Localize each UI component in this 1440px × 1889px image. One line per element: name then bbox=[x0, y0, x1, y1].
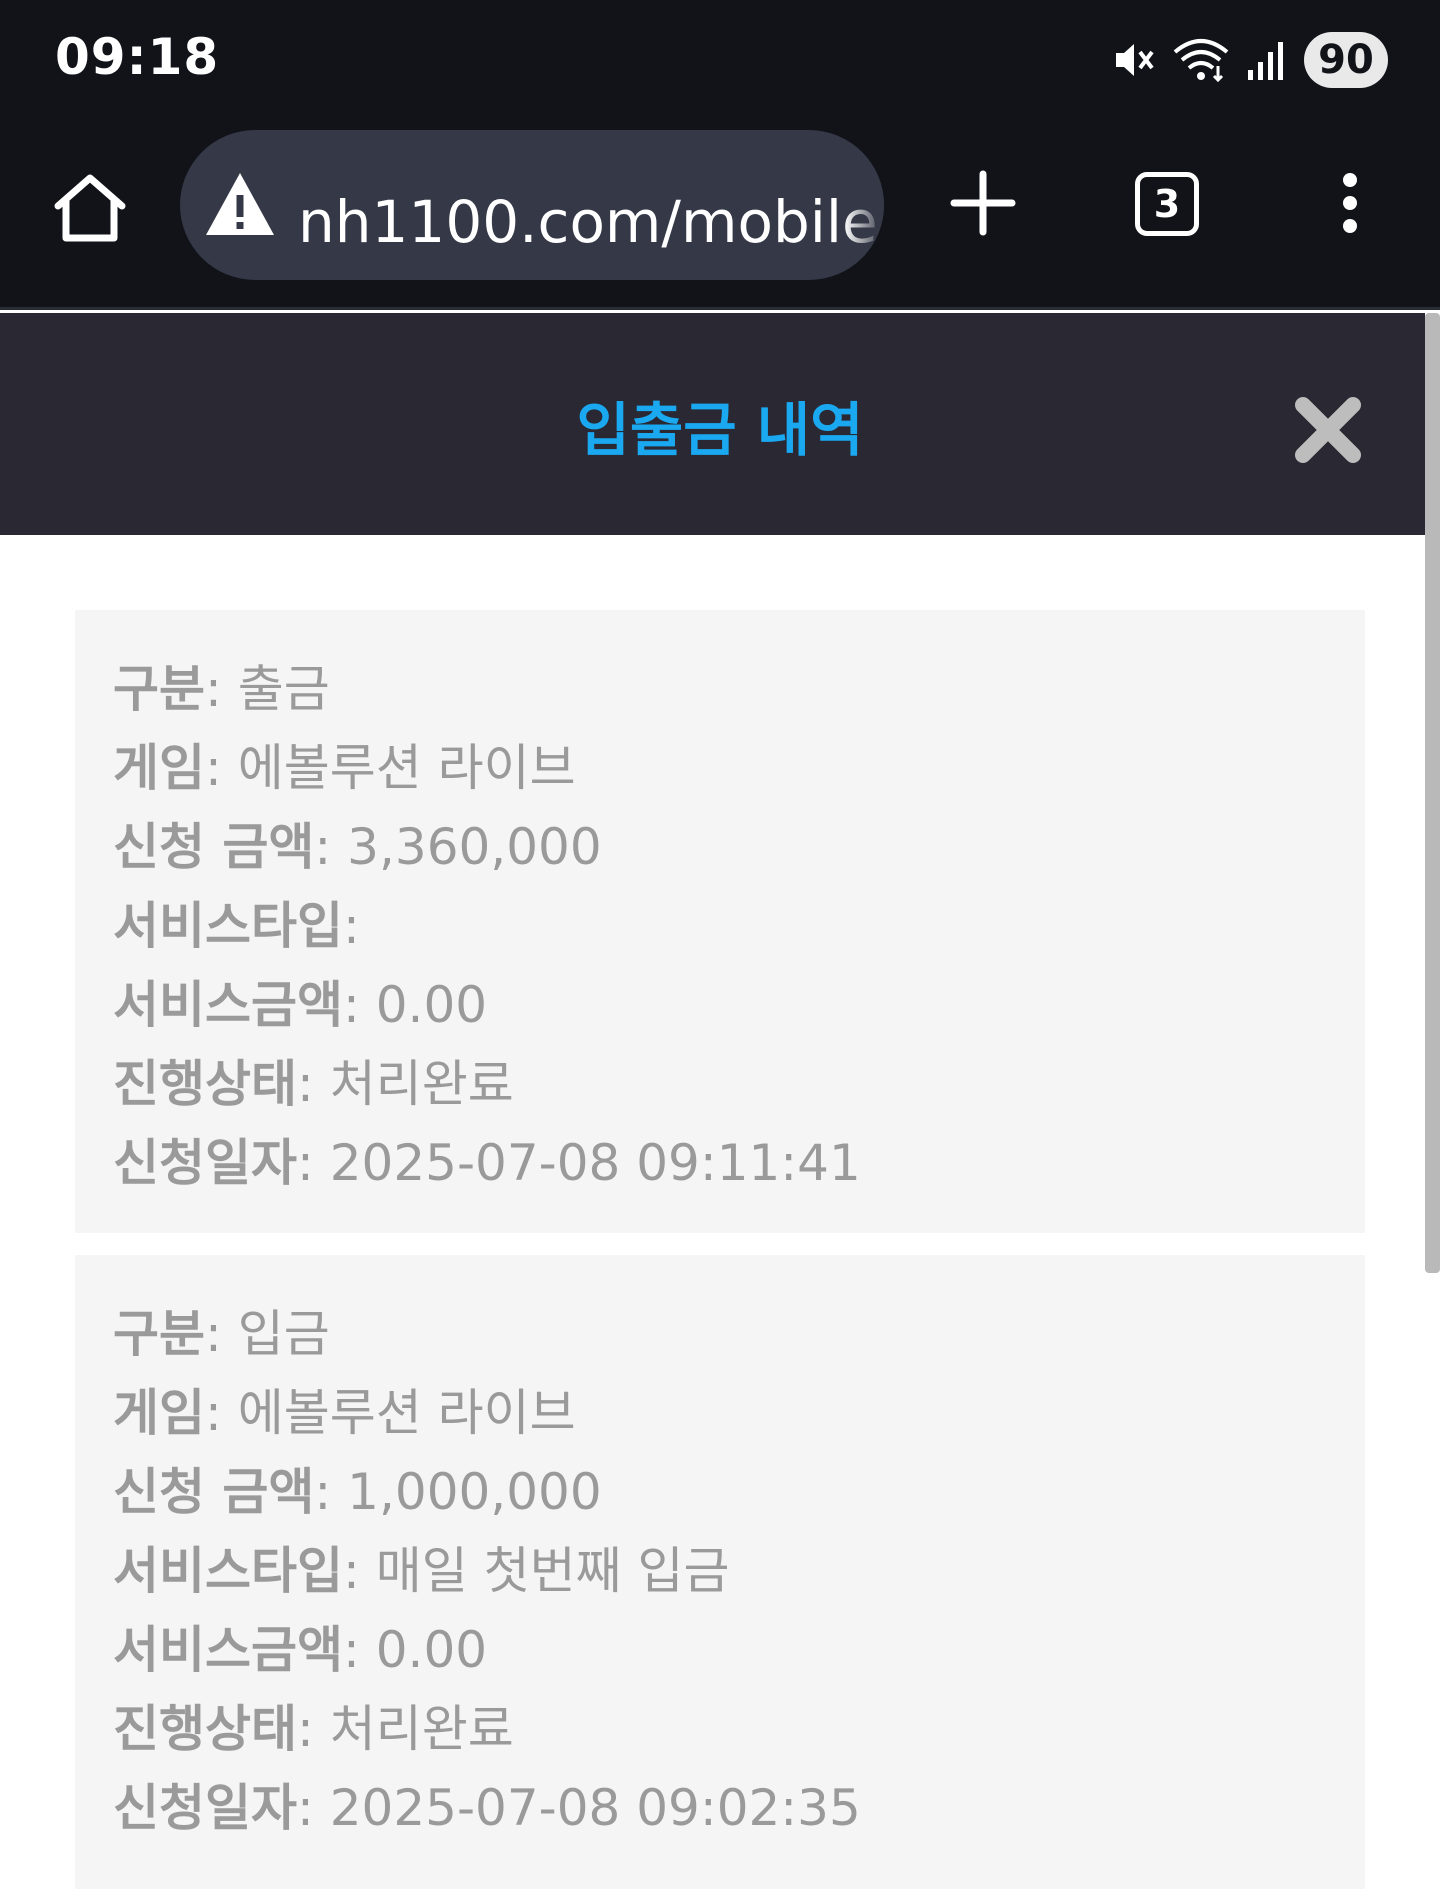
game-label: 게임 bbox=[113, 739, 205, 797]
date-label: 신청일자 bbox=[113, 1134, 297, 1192]
amount-label: 신청 금액 bbox=[113, 818, 315, 876]
tab-switcher-button[interactable]: 3 bbox=[1135, 172, 1199, 236]
battery-indicator: 90 bbox=[1304, 32, 1388, 88]
home-icon[interactable] bbox=[50, 168, 130, 248]
game-value: 에볼루션 라이브 bbox=[237, 1384, 576, 1442]
type-label: 구분 bbox=[113, 660, 205, 718]
wifi-icon bbox=[1173, 39, 1229, 83]
close-icon[interactable] bbox=[1293, 395, 1363, 465]
status-value: 처리완료 bbox=[329, 1055, 514, 1113]
date-value: 2025-07-08 09:11:41 bbox=[329, 1134, 861, 1192]
game-value: 에볼루션 라이브 bbox=[237, 739, 576, 797]
service-amount-row: 서비스금액: 0.00 bbox=[113, 1621, 488, 1679]
game-row: 게임: 에볼루션 라이브 bbox=[113, 739, 576, 797]
more-menu-icon[interactable] bbox=[1330, 170, 1370, 236]
service-type-label: 서비스타입 bbox=[113, 897, 343, 955]
mute-icon bbox=[1116, 44, 1154, 76]
service-amount-value: 0.00 bbox=[375, 1621, 488, 1679]
type-value: 입금 bbox=[237, 1305, 330, 1363]
status-value: 처리완료 bbox=[329, 1700, 514, 1758]
type-row: 구분: 입금 bbox=[113, 1305, 330, 1363]
status-label: 진행상태 bbox=[113, 1700, 297, 1758]
service-type-row: 서비스타입: bbox=[113, 897, 360, 955]
date-value: 2025-07-08 09:02:35 bbox=[329, 1779, 861, 1837]
url-text[interactable]: nh1100.com/mobile/처 bbox=[298, 175, 884, 259]
service-amount-label: 서비스금액 bbox=[113, 976, 343, 1034]
game-label: 게임 bbox=[113, 1384, 205, 1442]
status-row: 진행상태: 처리완료 bbox=[113, 1055, 514, 1113]
status-row: 진행상태: 처리완료 bbox=[113, 1700, 514, 1758]
address-bar[interactable]: nh1100.com/mobile/처 bbox=[180, 130, 884, 280]
transaction-card: 구분: 출금 게임: 에볼루션 라이브 신청 금액: 3,360,000 서비스… bbox=[75, 610, 1365, 1233]
amount-row: 신청 금액: 3,360,000 bbox=[113, 818, 602, 876]
status-icons: 90 bbox=[1112, 30, 1388, 90]
browser-toolbar: nh1100.com/mobile/처 3 bbox=[0, 120, 1440, 310]
type-value: 출금 bbox=[237, 660, 330, 718]
date-row: 신청일자: 2025-07-08 09:02:35 bbox=[113, 1779, 861, 1837]
amount-row: 신청 금액: 1,000,000 bbox=[113, 1463, 602, 1521]
game-row: 게임: 에볼루션 라이브 bbox=[113, 1384, 576, 1442]
status-bar: 09:18 90 bbox=[0, 0, 1440, 120]
service-amount-label: 서비스금액 bbox=[113, 1621, 343, 1679]
page-title: 입출금 내역 bbox=[576, 396, 864, 464]
status-time: 09:18 bbox=[55, 28, 220, 86]
type-label: 구분 bbox=[113, 1305, 205, 1363]
service-type-label: 서비스타입 bbox=[113, 1542, 343, 1600]
type-row: 구분: 출금 bbox=[113, 660, 330, 718]
service-amount-value: 0.00 bbox=[375, 976, 488, 1034]
date-label: 신청일자 bbox=[113, 1779, 297, 1837]
transaction-card: 구분: 입금 게임: 에볼루션 라이브 신청 금액: 1,000,000 서비스… bbox=[75, 1255, 1365, 1889]
signal-icon bbox=[1248, 42, 1283, 80]
warning-icon[interactable] bbox=[202, 167, 278, 243]
service-type-row: 서비스타입: 매일 첫번째 입금 bbox=[113, 1542, 730, 1600]
scrollbar[interactable] bbox=[1425, 313, 1440, 1273]
date-row: 신청일자: 2025-07-08 09:11:41 bbox=[113, 1134, 861, 1192]
service-type-value: 매일 첫번째 입금 bbox=[375, 1542, 730, 1600]
amount-value: 3,360,000 bbox=[347, 818, 602, 876]
transaction-list: 구분: 출금 게임: 에볼루션 라이브 신청 금액: 3,360,000 서비스… bbox=[0, 535, 1425, 1889]
service-amount-row: 서비스금액: 0.00 bbox=[113, 976, 488, 1034]
page-header: 입출금 내역 bbox=[0, 313, 1425, 535]
status-label: 진행상태 bbox=[113, 1055, 297, 1113]
new-tab-icon[interactable] bbox=[950, 170, 1016, 236]
amount-label: 신청 금액 bbox=[113, 1463, 315, 1521]
amount-value: 1,000,000 bbox=[347, 1463, 602, 1521]
